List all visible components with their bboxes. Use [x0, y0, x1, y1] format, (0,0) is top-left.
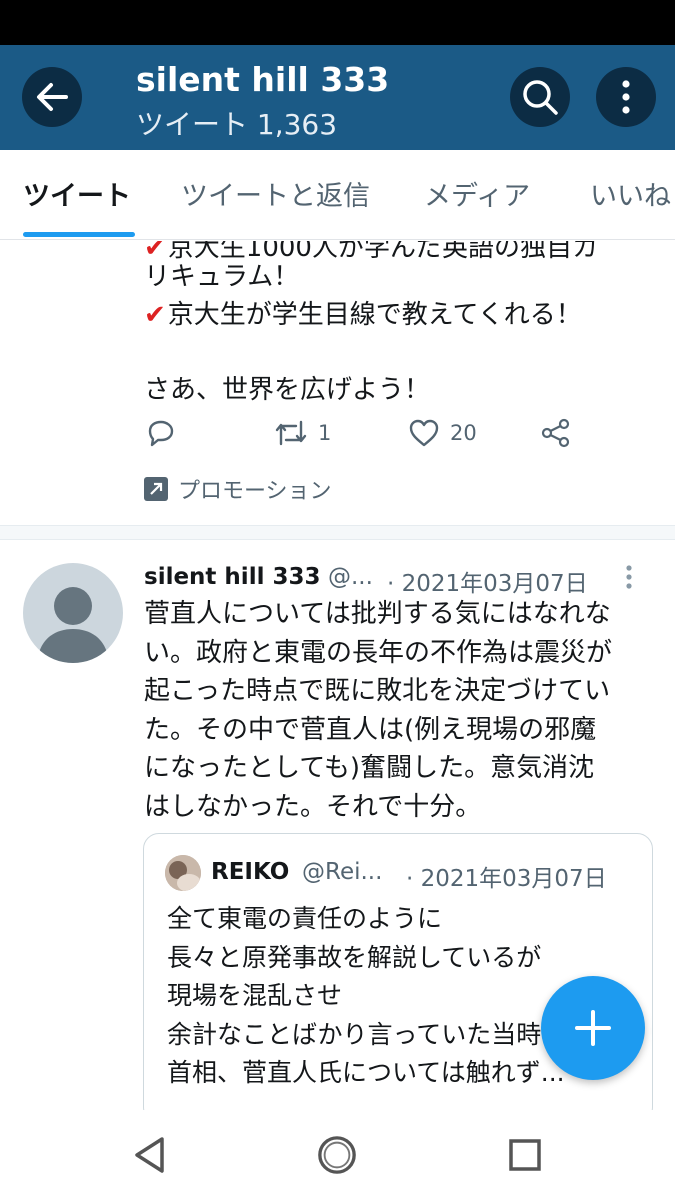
tweet-actions: 1 20 [144, 418, 624, 458]
more-options-button[interactable] [596, 67, 656, 127]
system-back-button[interactable] [130, 1135, 170, 1175]
app-header: silent hill 333 ツイート 1,363 [0, 45, 675, 150]
profile-tabs: ツイート ツイートと返信 メディア いいね [0, 150, 675, 240]
system-navigation-bar [0, 1110, 675, 1200]
heart-icon [409, 419, 439, 447]
retweet-button[interactable]: 1 [274, 418, 331, 448]
reply-icon [148, 420, 174, 447]
retweet-count: 1 [318, 421, 332, 445]
profile-title: silent hill 333 [136, 60, 390, 99]
compose-tweet-button[interactable] [541, 976, 645, 1080]
tweet-header: silent hill 333 @... · 2021年03月07日 [144, 564, 654, 598]
promoted-tag[interactable]: プロモーション [144, 473, 332, 505]
quoted-avatar [165, 855, 201, 891]
tweet-date[interactable]: · 2021年03月07日 [387, 564, 588, 598]
retweet-icon [275, 420, 307, 446]
share-button[interactable] [540, 418, 572, 448]
triangle-back-icon [135, 1137, 164, 1173]
tweet-separator [0, 525, 675, 540]
system-home-button[interactable] [317, 1135, 357, 1175]
circle-home-icon [318, 1136, 356, 1174]
quoted-author-handle: @Rei... [302, 859, 383, 885]
promo-text-line: さあ、世界を広げよう！ [144, 375, 431, 405]
tweet-count: ツイート 1,363 [136, 108, 338, 141]
like-button[interactable]: 20 [408, 418, 477, 448]
promo-text-line: リキュラム！ [144, 262, 300, 292]
search-icon [523, 80, 558, 115]
promo-text-line: ✔京大生が学生目線で教えてくれる！ [144, 300, 582, 330]
quoted-date: · 2021年03月07日 [406, 866, 607, 892]
default-avatar-icon [37, 587, 109, 663]
tab-likes[interactable]: いいね [590, 174, 671, 213]
promoted-label: プロモーション [178, 479, 332, 504]
promoted-arrow-icon [144, 477, 168, 501]
like-count: 20 [450, 421, 477, 445]
status-bar [0, 0, 675, 45]
active-tab-indicator [23, 232, 135, 237]
tab-media[interactable]: メディア [424, 174, 530, 213]
square-recents-icon [509, 1139, 541, 1171]
tweet-text: 菅直人については批判する気にはなれな い。政府と東電の長年の不作為は震災が 起こ… [144, 599, 613, 822]
tab-tweets[interactable]: ツイート [23, 174, 131, 213]
back-button[interactable] [22, 67, 82, 127]
system-recents-button[interactable] [505, 1135, 545, 1175]
tweet-menu-icon[interactable] [624, 564, 634, 590]
reply-button[interactable] [146, 418, 176, 448]
quoted-author-name: REIKO [211, 859, 290, 885]
search-button[interactable] [510, 67, 570, 127]
author-handle[interactable]: @... [328, 564, 373, 590]
avatar[interactable] [23, 563, 123, 663]
tab-tweets-and-replies[interactable]: ツイートと返信 [181, 174, 370, 213]
plus-icon [575, 1010, 611, 1046]
more-vertical-icon [622, 80, 630, 114]
share-icon [541, 418, 570, 448]
author-name[interactable]: silent hill 333 [144, 564, 320, 590]
arrow-left-icon [37, 83, 68, 111]
red-check-icon: ✔ [144, 300, 166, 330]
